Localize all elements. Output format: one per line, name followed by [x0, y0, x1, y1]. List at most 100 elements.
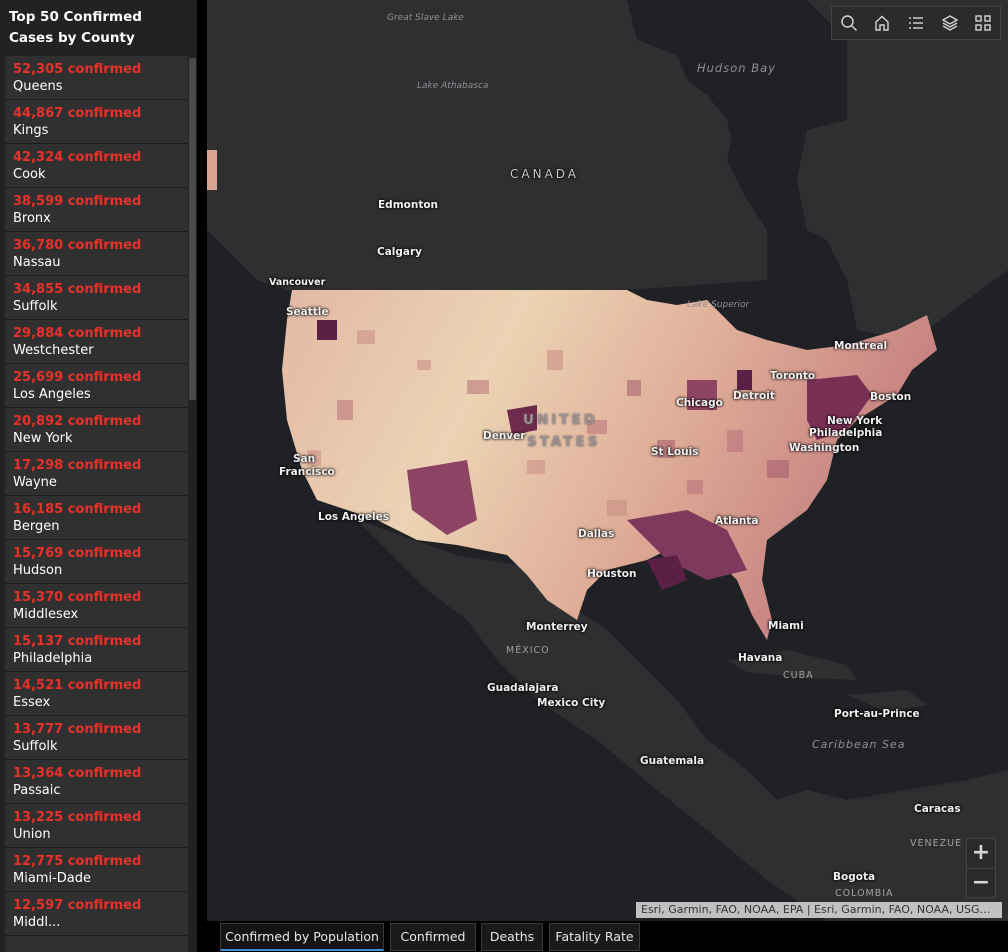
- list-item[interactable]: 16,185 confirmed Bergen: [5, 496, 188, 540]
- map-label-united: UNITED: [523, 412, 598, 428]
- list-item[interactable]: 42,324 confirmed Cook: [5, 144, 188, 188]
- alaska-fragment: [207, 150, 217, 190]
- map-label-mexico: MÉXICO: [506, 645, 550, 656]
- confirmed-count: 13,364 confirmed: [13, 766, 142, 781]
- list-item[interactable]: 20,892 confirmed New York: [5, 408, 188, 452]
- map-label-edmonton: Edmonton: [378, 199, 439, 211]
- map-label-montreal: Montreal: [834, 340, 888, 352]
- list-scrollbar-thumb[interactable]: [189, 58, 196, 400]
- confirmed-count: 15,137 confirmed: [13, 634, 142, 649]
- confirmed-count: 42,324 confirmed: [13, 150, 142, 165]
- map-label-denver: Denver: [483, 430, 526, 442]
- confirmed-count: 17,298 confirmed: [13, 458, 142, 473]
- confirmed-count: 38,599 confirmed: [13, 194, 142, 209]
- map-label-caracas: Caracas: [914, 803, 961, 815]
- list-item[interactable]: 12,597 confirmed Middl...: [5, 892, 188, 936]
- map-label-great-slave-lake: Great Slave Lake: [387, 12, 464, 24]
- map-label-canada: CANADA: [510, 167, 580, 181]
- zoom-in-button[interactable]: +: [967, 839, 995, 868]
- map-attribution[interactable]: Esri, Garmin, FAO, NOAA, EPA | Esri, Gar…: [636, 902, 1002, 918]
- list-item[interactable]: 13,364 confirmed Passaic: [5, 760, 188, 804]
- county-name: Cook: [13, 167, 46, 182]
- confirmed-count: 12,597 confirmed: [13, 898, 142, 913]
- list-item[interactable]: 36,780 confirmed Nassau: [5, 232, 188, 276]
- list-item[interactable]: 15,137 confirmed Philadelphia: [5, 628, 188, 672]
- confirmed-count: 13,225 confirmed: [13, 810, 142, 825]
- zoom-out-button[interactable]: −: [967, 868, 995, 898]
- tab-confirmed-by-population[interactable]: Confirmed by Population: [220, 923, 384, 951]
- list-item[interactable]: 44,867 confirmed Kings: [5, 100, 188, 144]
- county-name: Kings: [13, 123, 49, 138]
- legend-button[interactable]: [903, 10, 929, 36]
- map-label-lake-athabasca: Lake Athabasca: [417, 81, 489, 91]
- search-icon: [841, 15, 857, 31]
- confirmed-count: 15,769 confirmed: [13, 546, 142, 561]
- county-name: Philadelphia: [13, 651, 93, 666]
- county-name: Nassau: [13, 255, 61, 270]
- list-item[interactable]: 29,884 confirmed Westchester: [5, 320, 188, 364]
- confirmed-count: 34,855 confirmed: [13, 282, 142, 297]
- list-item[interactable]: 17,298 confirmed Wayne: [5, 452, 188, 496]
- basemap-gallery-icon: [975, 15, 991, 31]
- map-label-detroit: Detroit: [733, 390, 775, 402]
- list-item[interactable]: 14,521 confirmed Essex: [5, 672, 188, 716]
- confirmed-count: 52,305 confirmed: [13, 62, 142, 77]
- confirmed-count: 13,777 confirmed: [13, 722, 142, 737]
- home-button[interactable]: [869, 10, 895, 36]
- county-name: Queens: [13, 79, 63, 94]
- map-label-mexico-city: Mexico City: [537, 697, 606, 709]
- county-name: Westchester: [13, 343, 94, 358]
- canada-landmass: [207, 0, 1008, 340]
- county-name: Wayne: [13, 475, 57, 490]
- map-label-havana: Havana: [738, 652, 783, 664]
- list-item[interactable]: 15,769 confirmed Hudson: [5, 540, 188, 584]
- county-name: Middlesex: [13, 607, 79, 622]
- county-name: Hudson: [13, 563, 63, 578]
- confirmed-count: 12,775 confirmed: [13, 854, 142, 869]
- county-name: New York: [13, 431, 73, 446]
- layer-list-button[interactable]: [937, 10, 963, 36]
- map-tab-bar: Confirmed by Population Confirmed Deaths…: [207, 921, 1008, 952]
- map-label-new-york: New York: [827, 415, 883, 427]
- map-label-port-au-prince: Port-au-Prince: [834, 708, 920, 720]
- map-label-vancouver: Vancouver: [269, 277, 326, 288]
- list-item[interactable]: 25,699 confirmed Los Angeles: [5, 364, 188, 408]
- county-case-list[interactable]: 52,305 confirmed Queens 44,867 confirmed K…: [5, 56, 188, 952]
- county-name: Middl...: [13, 915, 61, 930]
- list-item[interactable]: 13,777 confirmed Suffolk: [5, 716, 188, 760]
- list-item[interactable]: 13,225 confirmed Union: [5, 804, 188, 848]
- map-label-washington: Washington: [789, 442, 860, 454]
- map-label-monterrey: Monterrey: [526, 621, 588, 633]
- panel-title: Top 50 Confirmed Cases by County: [0, 0, 197, 56]
- tab-confirmed[interactable]: Confirmed: [390, 923, 476, 951]
- map-label-seattle: Seattle: [286, 306, 329, 318]
- confirmed-count: 15,370 confirmed: [13, 590, 142, 605]
- map-label-calgary: Calgary: [377, 246, 423, 258]
- search-button[interactable]: [836, 10, 862, 36]
- county-name: Bronx: [13, 211, 51, 226]
- county-name: Suffolk: [13, 299, 58, 314]
- basemap-gallery-button[interactable]: [970, 10, 996, 36]
- confirmed-count: 14,521 confirmed: [13, 678, 142, 693]
- map-view[interactable]: Great Slave Lake Lake Athabasca Hudson B…: [207, 0, 1008, 921]
- list-item[interactable]: 34,855 confirmed Suffolk: [5, 276, 188, 320]
- map-label-bogota: Bogota: [833, 871, 876, 883]
- county-name: Passaic: [13, 783, 61, 798]
- map-label-hudson-bay: Hudson Bay: [697, 61, 776, 75]
- list-item[interactable]: 38,599 confirmed Bronx: [5, 188, 188, 232]
- map-label-states: STATES: [527, 434, 601, 450]
- hotspot-seattle: [317, 320, 337, 340]
- hotspot-detroit: [737, 370, 752, 390]
- confirmed-count: 29,884 confirmed: [13, 326, 142, 341]
- map-label-colombia: COLOMBIA: [835, 888, 894, 899]
- tab-fatality-rate[interactable]: Fatality Rate: [549, 923, 640, 951]
- confirmed-count: 36,780 confirmed: [13, 238, 142, 253]
- map-label-boston: Boston: [870, 391, 912, 403]
- map-label-guatemala: Guatemala: [640, 755, 705, 767]
- tab-deaths[interactable]: Deaths: [481, 923, 543, 951]
- map-label-san-francisco: San Francisco: [279, 453, 335, 478]
- list-item[interactable]: 12,775 confirmed Miami-Dade: [5, 848, 188, 892]
- map-label-lake-superior: Lake Superior: [687, 300, 750, 310]
- list-item[interactable]: 15,370 confirmed Middlesex: [5, 584, 188, 628]
- list-item[interactable]: 52,305 confirmed Queens: [5, 56, 188, 100]
